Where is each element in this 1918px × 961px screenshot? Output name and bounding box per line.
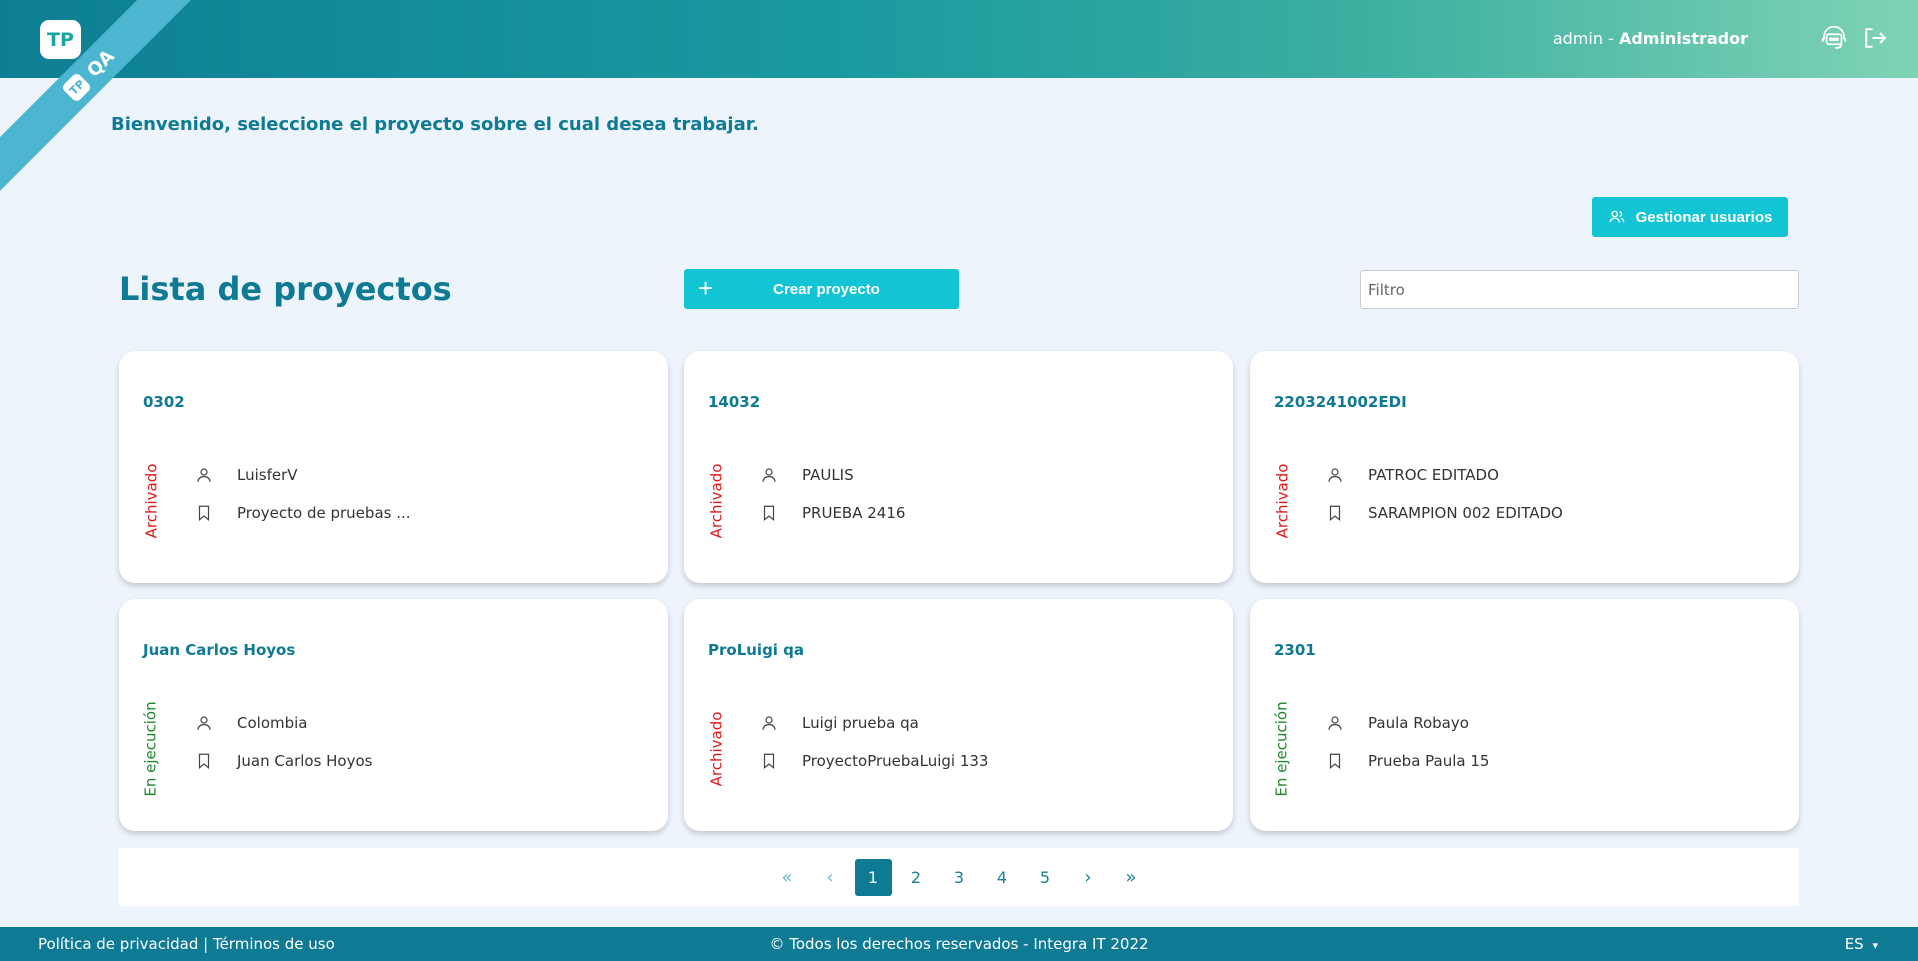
project-status: En ejecución <box>127 701 175 796</box>
project-name-row: ProyectoPruebaLuigi 133 <box>759 751 988 771</box>
user-separator: - <box>1602 29 1619 48</box>
project-status: Archivado <box>692 461 740 541</box>
chevron-down-icon: ▾ <box>1872 939 1878 952</box>
project-status: Archivado <box>692 709 740 789</box>
bookmark-icon <box>1325 503 1345 523</box>
project-owner-row: PATROC EDITADO <box>1325 465 1499 485</box>
project-code: Juan Carlos Hoyos <box>143 641 296 659</box>
user-icon <box>1325 713 1345 733</box>
last-page-button[interactable]: » <box>1113 859 1150 896</box>
project-name: Proyecto de pruebas ... <box>237 504 411 522</box>
status-label: Archivado <box>1273 463 1292 539</box>
project-card[interactable]: 0302 Archivado LuisferV Proyecto de prue… <box>119 351 668 583</box>
project-name-row: Proyecto de pruebas ... <box>194 503 411 523</box>
user-role: Administrador <box>1618 29 1748 48</box>
user-icon <box>194 713 214 733</box>
project-owner-row: Paula Robayo <box>1325 713 1469 733</box>
bookmark-icon <box>194 751 214 771</box>
top-bar: admin - Administrador <box>0 0 1918 78</box>
page-button-5[interactable]: 5 <box>1027 859 1064 896</box>
user-icon <box>759 713 779 733</box>
project-code: 2203241002EDI <box>1274 393 1407 411</box>
project-card[interactable]: 2301 En ejecución Paula Robayo Prueba Pa… <box>1250 599 1799 831</box>
bookmark-icon <box>759 751 779 771</box>
project-status: En ejecución <box>1258 701 1306 796</box>
project-owner-row: Luigi prueba qa <box>759 713 919 733</box>
first-page-button[interactable]: « <box>769 859 806 896</box>
project-owner: LuisferV <box>237 466 298 484</box>
status-label: Archivado <box>707 711 726 787</box>
welcome-message: Bienvenido, seleccione el proyecto sobre… <box>111 114 759 135</box>
env-badge: QA <box>82 45 119 82</box>
users-icon <box>1609 210 1625 223</box>
project-name: PRUEBA 2416 <box>802 504 906 522</box>
user-icon <box>1325 465 1345 485</box>
language-selector[interactable]: ES ▾ <box>1845 935 1878 953</box>
status-label: Archivado <box>707 463 726 539</box>
filter-input[interactable] <box>1360 270 1799 309</box>
manage-users-button[interactable]: Gestionar usuarios <box>1592 197 1788 237</box>
bookmark-icon <box>759 503 779 523</box>
page-button-3[interactable]: 3 <box>941 859 978 896</box>
bookmark-icon <box>1325 751 1345 771</box>
user-icon <box>759 465 779 485</box>
status-label: En ejecución <box>142 701 161 797</box>
project-name-row: SARAMPION 002 EDITADO <box>1325 503 1563 523</box>
footer: Política de privacidad | Términos de uso… <box>0 927 1918 961</box>
project-owner: PATROC EDITADO <box>1368 466 1499 484</box>
ribbon-logo-icon: TP <box>61 71 93 103</box>
logo-text: TP <box>47 28 74 51</box>
create-project-label: Crear proyecto <box>773 280 880 298</box>
create-project-button[interactable]: + Crear proyecto <box>684 269 959 309</box>
logout-icon[interactable] <box>1859 22 1891 54</box>
support-chat-icon[interactable] <box>1818 22 1850 54</box>
project-owner: PAULIS <box>802 466 854 484</box>
status-label: Archivado <box>142 463 161 539</box>
project-name-row: Prueba Paula 15 <box>1325 751 1489 771</box>
prev-page-button[interactable]: ‹ <box>812 859 849 896</box>
project-status: Archivado <box>1258 461 1306 541</box>
page-button-4[interactable]: 4 <box>984 859 1021 896</box>
project-name: ProyectoPruebaLuigi 133 <box>802 752 989 770</box>
project-owner-row: PAULIS <box>759 465 854 485</box>
project-code: 0302 <box>143 393 185 411</box>
page-title: Lista de proyectos <box>119 270 452 308</box>
app-logo[interactable]: TP <box>40 20 81 59</box>
next-page-button[interactable]: › <box>1070 859 1107 896</box>
project-name: Prueba Paula 15 <box>1368 752 1490 770</box>
project-owner: Paula Robayo <box>1368 714 1469 732</box>
project-name: Juan Carlos Hoyos <box>237 752 373 770</box>
bookmark-icon <box>194 503 214 523</box>
project-code: ProLuigi qa <box>708 641 805 659</box>
page-button-2[interactable]: 2 <box>898 859 935 896</box>
manage-users-label: Gestionar usuarios <box>1635 208 1773 226</box>
project-name: SARAMPION 002 EDITADO <box>1368 504 1563 522</box>
project-name-row: Juan Carlos Hoyos <box>194 751 372 771</box>
project-code: 14032 <box>708 393 761 411</box>
status-label: En ejecución <box>1273 701 1292 797</box>
pagination: « ‹ 1 2 3 4 5 › » <box>119 848 1799 906</box>
project-card[interactable]: ProLuigi qa Archivado Luigi prueba qa Pr… <box>684 599 1233 831</box>
project-code: 2301 <box>1274 641 1316 659</box>
footer-copyright: © Todos los derechos reservados - Integr… <box>769 935 1149 953</box>
page-button-1[interactable]: 1 <box>854 858 892 896</box>
project-card[interactable]: 2203241002EDI Archivado PATROC EDITADO S… <box>1250 351 1799 583</box>
user-info: admin - Administrador <box>1553 29 1748 48</box>
project-card[interactable]: Juan Carlos Hoyos En ejecución Colombia … <box>119 599 668 831</box>
project-owner: Luigi prueba qa <box>802 714 919 732</box>
username: admin <box>1552 29 1603 48</box>
project-owner-row: LuisferV <box>194 465 298 485</box>
language-label: ES <box>1844 935 1864 953</box>
project-owner: Colombia <box>237 714 308 732</box>
project-owner-row: Colombia <box>194 713 308 733</box>
plus-icon: + <box>698 273 714 303</box>
user-icon <box>194 465 214 485</box>
project-status: Archivado <box>127 461 175 541</box>
project-name-row: PRUEBA 2416 <box>759 503 905 523</box>
project-card[interactable]: 14032 Archivado PAULIS PRUEBA 2416 <box>684 351 1233 583</box>
